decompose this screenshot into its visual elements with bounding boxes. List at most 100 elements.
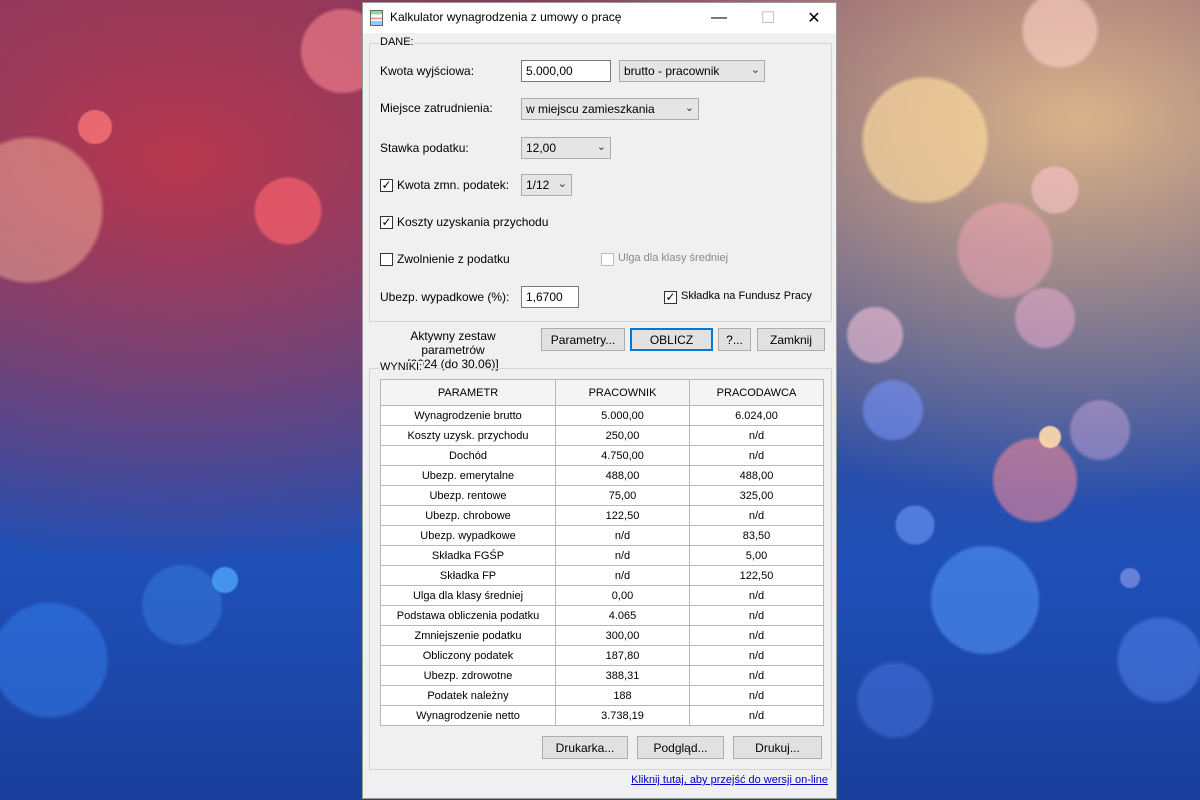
table-row: Ubezp. emerytalne 488,00 488,00 — [380, 465, 824, 486]
kwota-type-select[interactable]: brutto - pracownik ⌄ — [619, 60, 765, 82]
cell-parametr: Podstawa obliczenia podatku — [380, 605, 556, 626]
cell-parametr: Składka FP — [380, 565, 556, 586]
cell-pracodawca: 83,50 — [689, 525, 824, 546]
kwota-input[interactable]: 5.000,00 — [521, 60, 611, 82]
calculator-window: Kalkulator wynagrodzenia z umowy o pracę… — [362, 2, 837, 799]
cell-pracownik: n/d — [555, 565, 690, 586]
table-row: Ubezp. zdrowotne 388,31 n/d — [380, 665, 824, 686]
table-row: Składka FP n/d 122,50 — [380, 565, 824, 586]
oblicz-button[interactable]: OBLICZ — [630, 328, 713, 351]
cell-pracodawca: n/d — [689, 505, 824, 526]
cell-parametr: Koszty uzysk. przychodu — [380, 425, 556, 446]
cell-pracownik: 188 — [555, 685, 690, 706]
miejsce-select[interactable]: w miejscu zamieszkania ⌄ — [521, 98, 699, 120]
drukarka-button[interactable]: Drukarka... — [542, 736, 628, 759]
chevron-down-icon: ⌄ — [684, 102, 694, 114]
minimize-button[interactable]: — — [696, 3, 742, 33]
cell-parametr: Ubezp. chrobowe — [380, 505, 556, 526]
cell-pracodawca: n/d — [689, 425, 824, 446]
table-row: Podatek należny 188 n/d — [380, 685, 824, 706]
window-title: Kalkulator wynagrodzenia z umowy o pracę — [390, 10, 622, 24]
dane-group: DANE: Kwota wyjściowa: 5.000,00 brutto -… — [369, 36, 832, 322]
cell-pracodawca: n/d — [689, 685, 824, 706]
kwota-type-value: brutto - pracownik — [624, 64, 720, 78]
cell-parametr: Obliczony podatek — [380, 645, 556, 666]
column-header-pracownik: PRACOWNIK — [555, 379, 690, 406]
zwolnienie-checkbox[interactable] — [380, 253, 393, 266]
fp-checkbox[interactable]: ✓ — [664, 291, 677, 304]
table-row: Wynagrodzenie netto 3.738,19 n/d — [380, 705, 824, 726]
ulga-checkbox — [601, 253, 614, 266]
cell-pracodawca: 325,00 — [689, 485, 824, 506]
cell-pracownik: 187,80 — [555, 645, 690, 666]
cell-pracodawca: n/d — [689, 445, 824, 466]
zamknij-button[interactable]: Zamknij — [757, 328, 825, 351]
chevron-down-icon: ⌄ — [557, 178, 567, 190]
cell-pracodawca: 122,50 — [689, 565, 824, 586]
kwota-zmn-checkbox[interactable]: ✓ — [380, 179, 393, 192]
cell-pracownik: 3.738,19 — [555, 705, 690, 726]
koszty-checkbox[interactable]: ✓ — [380, 216, 393, 229]
cell-parametr: Podatek należny — [380, 685, 556, 706]
table-row: Ubezp. chrobowe 122,50 n/d — [380, 505, 824, 526]
table-header-row: PARAMETR PRACOWNIK PRACODAWCA — [380, 379, 824, 406]
kwota-zmn-label: Kwota zmn. podatek: — [397, 178, 510, 192]
drukuj-button[interactable]: Drukuj... — [733, 736, 822, 759]
cell-pracodawca: 488,00 — [689, 465, 824, 486]
minimize-icon: — — [711, 9, 727, 26]
results-table: PARAMETR PRACOWNIK PRACODAWCA Wynagrodze… — [380, 379, 824, 726]
cell-pracownik: 4.750,00 — [555, 445, 690, 466]
table-row: Składka FGŚP n/d 5,00 — [380, 545, 824, 566]
table-row: Koszty uzysk. przychodu 250,00 n/d — [380, 425, 824, 446]
cell-pracownik: 122,50 — [555, 505, 690, 526]
table-row: Ubezp. rentowe 75,00 325,00 — [380, 485, 824, 506]
cell-parametr: Wynagrodzenie brutto — [380, 405, 556, 426]
parameter-set-title: Aktywny zestaw parametrów — [410, 329, 496, 357]
table-row: Podstawa obliczenia podatku 4.065 n/d — [380, 605, 824, 626]
chevron-down-icon: ⌄ — [750, 64, 760, 76]
table-row: Wynagrodzenie brutto 5.000,00 6.024,00 — [380, 405, 824, 426]
wyniki-group-label: WYNIKI: — [379, 361, 424, 373]
title-bar: Kalkulator wynagrodzenia z umowy o pracę… — [363, 3, 836, 33]
cell-pracodawca: n/d — [689, 645, 824, 666]
parametry-button[interactable]: Parametry... — [541, 328, 625, 351]
table-row: Ubezp. wypadkowe n/d 83,50 — [380, 525, 824, 546]
help-button[interactable]: ?... — [718, 328, 751, 351]
close-button[interactable]: ✕ — [791, 3, 837, 33]
chevron-down-icon: ⌄ — [596, 141, 606, 153]
cell-pracownik: 388,31 — [555, 665, 690, 686]
cell-pracownik: 0,00 — [555, 585, 690, 606]
maximize-icon: ☐ — [760, 10, 776, 27]
column-header-pracodawca: PRACODAWCA — [689, 379, 824, 406]
stawka-select[interactable]: 12,00 ⌄ — [521, 137, 611, 159]
kwota-zmn-value: 1/12 — [526, 178, 550, 192]
table-row: Ulga dla klasy średniej 0,00 n/d — [380, 585, 824, 606]
cell-parametr: Ubezp. emerytalne — [380, 465, 556, 486]
cell-parametr: Dochód — [380, 445, 556, 466]
miejsce-value: w miejscu zamieszkania — [526, 102, 655, 116]
close-icon: ✕ — [807, 10, 821, 27]
app-icon — [370, 10, 383, 26]
kwota-label: Kwota wyjściowa: — [380, 64, 475, 78]
cell-pracodawca: n/d — [689, 605, 824, 626]
column-header-parametr: PARAMETR — [380, 379, 556, 406]
cell-pracownik: n/d — [555, 525, 690, 546]
dane-group-label: DANE: — [379, 36, 415, 48]
cell-pracownik: 300,00 — [555, 625, 690, 646]
ubezp-input[interactable]: 1,6700 — [521, 286, 579, 308]
podglad-button[interactable]: Podgląd... — [637, 736, 724, 759]
cell-parametr: Ubezp. rentowe — [380, 485, 556, 506]
cell-pracodawca: n/d — [689, 665, 824, 686]
cell-pracodawca: n/d — [689, 625, 824, 646]
zwolnienie-label: Zwolnienie z podatku — [397, 252, 510, 266]
table-row: Zmniejszenie podatku 300,00 n/d — [380, 625, 824, 646]
online-version-link[interactable]: Kliknij tutaj, aby przejść do wersji on-… — [631, 774, 828, 786]
kwota-zmn-select[interactable]: 1/12 ⌄ — [521, 174, 572, 196]
cell-pracodawca: 5,00 — [689, 545, 824, 566]
cell-parametr: Ubezp. zdrowotne — [380, 665, 556, 686]
stawka-value: 12,00 — [526, 141, 557, 155]
results-body: Wynagrodzenie brutto 5.000,00 6.024,00 Kosz… — [380, 405, 824, 726]
cell-parametr: Wynagrodzenie netto — [380, 705, 556, 726]
cell-pracodawca: 6.024,00 — [689, 405, 824, 426]
table-row: Obliczony podatek 187,80 n/d — [380, 645, 824, 666]
